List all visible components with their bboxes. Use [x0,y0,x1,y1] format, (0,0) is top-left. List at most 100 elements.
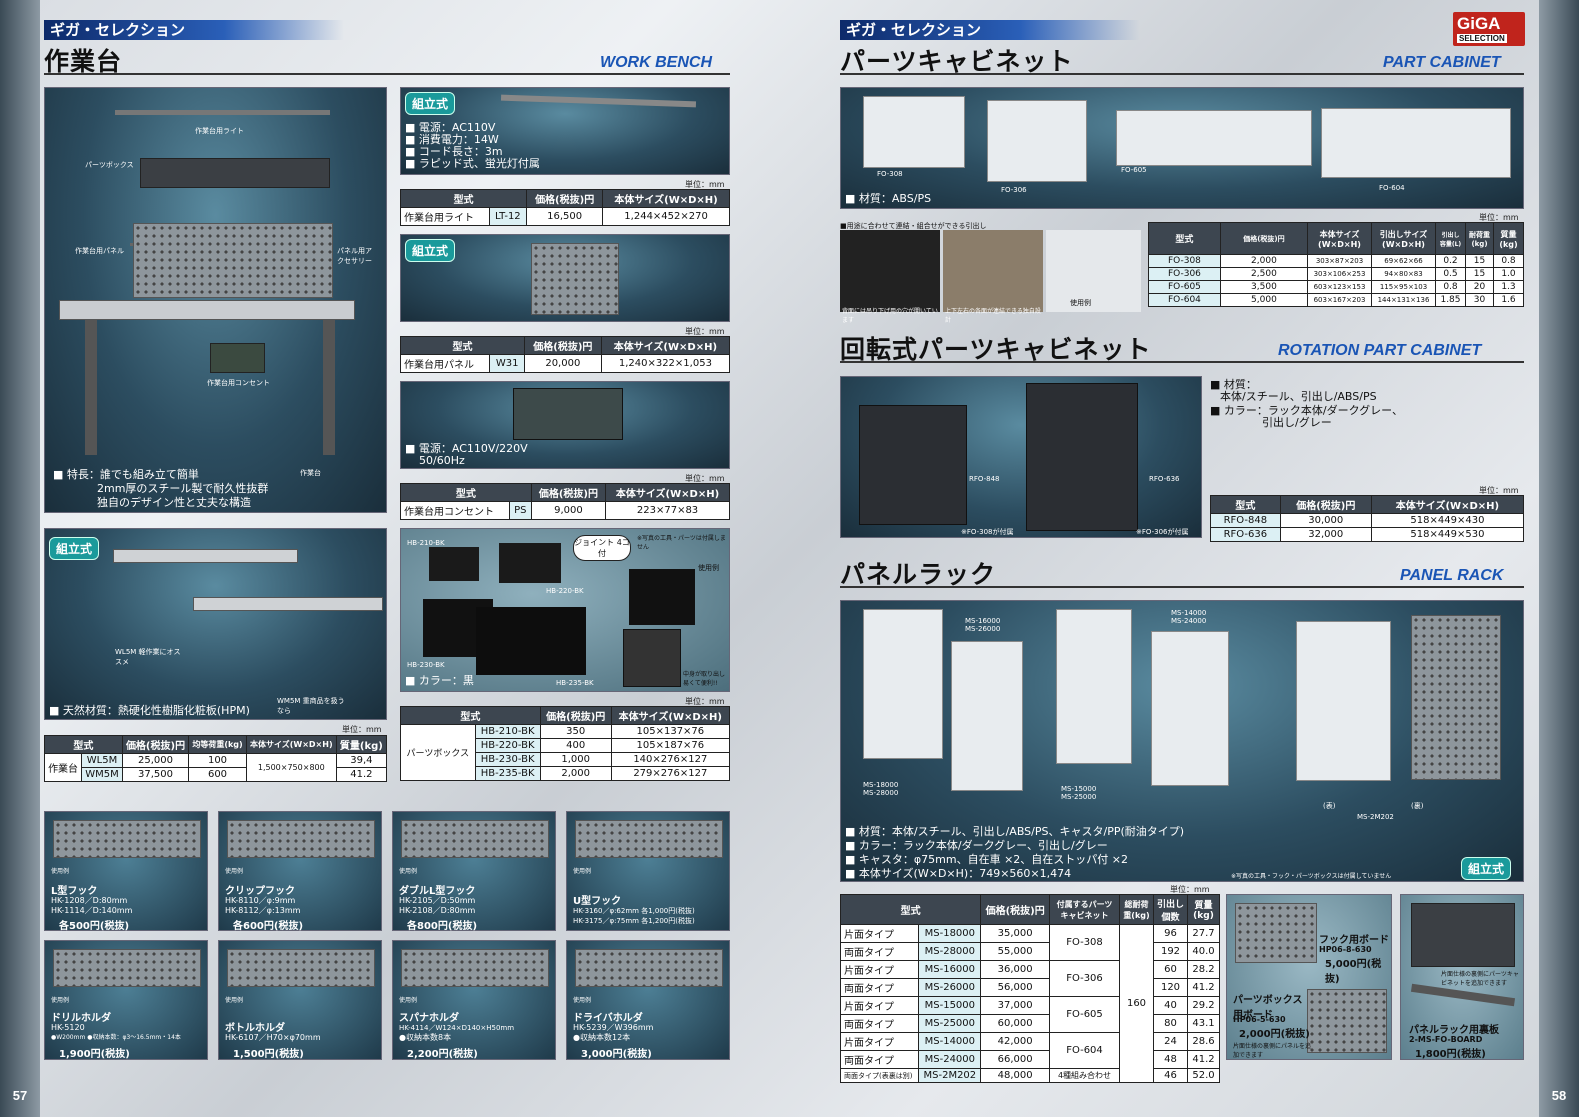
board-code: HP06-8-630 [1319,945,1372,954]
cell: 115×95×103 [1371,280,1436,294]
cell: 41.2 [335,767,388,782]
parts-box-photo: HB-210-BK HB-220-BK HB-230-BK HB-235-BK … [400,528,730,692]
cell: 600 [188,767,247,782]
board-note: 片面仕様の裏側にパネルを追加できます [1233,1043,1312,1059]
accessory-desc: ●収納本数8本 [399,1033,452,1042]
cell: 518×449×530 [1370,527,1525,542]
title-underline [840,73,1524,75]
leg-graphic [323,320,335,455]
bench-types-photo: 組立式 WL5M 軽作業にオススメ WM5M 重商品を扱うなら ■ 天然材質：熱… [44,528,387,720]
th: 質量(kg) [335,735,388,754]
label-parts-box: パーツボックス [85,161,134,169]
cell: 120 [1153,978,1188,997]
label-ms2m202: MS-2M202 [1357,813,1394,821]
cell: 350 [539,724,612,739]
cell: 48 [1153,1050,1188,1069]
part-cabinet-spec-table: 型式 価格(税抜)円 本体サイズ(W×D×H) 引出しサイズ(W×D×H) 引出… [1148,222,1524,307]
cell: パーツボックス [400,724,476,781]
th: 引出し容量(L) [1435,222,1466,255]
label-ms16000: MS-16000 [965,617,1001,625]
cell: 作業台用コンセント [400,501,510,520]
accessory-price: 3,000円(税抜) [581,1049,652,1060]
th-model: 型式 [400,336,525,355]
label-ms28000: MS-28000 [863,789,899,797]
accessory-name: L型フック [51,886,98,897]
cell: RFO-636 [1210,527,1281,542]
light-photo: 組立式 ■ 電源：AC110V ■ 消費電力：14W ■ コード長さ：3m ■ … [400,87,730,175]
label-rfo848: RFO-848 [969,475,1000,483]
cell: 24 [1153,1032,1188,1051]
accessory-price: 1,500円(税抜) [233,1049,304,1060]
label-back: (裏) [1411,802,1424,810]
accessory-desc: HK-8112／φ:13mm [225,906,301,915]
rack-ms16000-graphic [951,641,1023,791]
pegboard-graphic [575,949,723,987]
pegboard-graphic [53,820,201,858]
parts-box-board-graphic [1307,989,1387,1053]
th: 本体サイズ(W×D×H) [1370,495,1525,514]
back-plate-graphic [1410,983,1516,1007]
th: 本体サイズ(W×D×H) [1307,222,1372,255]
cell: 0.8 [1493,254,1524,268]
cell: 140×276×127 [610,752,731,767]
hook-board-graphic [1235,903,1317,963]
cabinet-fo306-graphic [987,100,1087,182]
label-wl5m: WL5M 軽作業にオススメ [115,648,181,666]
assembly-tag: 組立式 [49,537,100,560]
cell: 43.1 [1187,1014,1220,1033]
cell: 518×449×430 [1370,513,1525,528]
rack-spec-2: ■ カラー：ラック本体/ダークグレー、引出し/グレー [845,839,1108,852]
cabinet-back-photo [840,230,940,312]
box-zoom-graphic [623,629,681,687]
accessory-desc: HK-8110／φ:9mm [225,896,296,905]
cabinet-note-b: 上下左右の各面が連結できる独自設計 [945,308,1041,324]
cabinet-fo604-graphic [1321,108,1511,178]
th-model: 型式 [399,189,528,208]
cell: 片面タイプ [839,924,920,943]
cell: 105×187×76 [610,738,731,753]
label-fo605: FO-605 [1121,166,1147,174]
board-code: HP06-5-630 [1233,1015,1286,1024]
label-outlet: 作業台用コンセント [207,379,270,387]
label-front: (表) [1323,802,1336,810]
label-ms26000: MS-26000 [965,625,1001,633]
cell: 160 [1119,924,1154,1083]
th: 価格(税抜)円 [121,735,190,754]
cell: 603×167×203 [1307,293,1372,307]
th: 付属するパーツキャビネット [1049,894,1120,925]
label-ms14000: MS-14000 [1171,609,1207,617]
cell: MS-28000 [918,942,982,961]
cell: 41.2 [1187,978,1220,997]
bench-wl-graphic [113,549,298,563]
outlet-graphic [210,343,265,373]
rack-note: ※写真の工具・フック・パーツボックスは付属していません [1231,873,1392,880]
accessory-l-hook: 使用例 L型フック HK-1208／D:80mm HK-1114／D:140mm… [44,811,208,932]
cell: 3,500 [1219,280,1309,294]
label-bench: 作業台 [300,469,321,477]
usage-label: 使用例 [225,868,244,875]
cell: 両面タイプ [839,1050,920,1069]
feature-2: 2mm厚のスチール製で耐久性抜群 [97,482,269,495]
th: 型式 [839,894,982,925]
rack-ms14000-graphic [1151,631,1229,786]
series-band-left: ギガ・セレクション [44,20,344,40]
th-model: 型式 [400,483,532,502]
assembly-tag: 組立式 [405,239,456,262]
cell: 20,000 [523,354,602,373]
cell: 55,000 [980,942,1050,961]
left-page: 57 ギガ・セレクション 作業台 WORK BENCH 作業台用ライト パーツボ… [0,0,790,1117]
outlet-photo: ■ 電源：AC110V/220V 50/60Hz [400,381,730,469]
accessory-name: ドライバホルダ [573,1013,643,1024]
cell: 両面タイプ [839,1014,920,1033]
title-underline [840,361,1524,363]
cell: 1.3 [1493,280,1524,294]
cell: 46 [1153,1068,1188,1083]
assembly-tag: 組立式 [405,92,456,115]
cell: 80 [1153,1014,1188,1033]
cell: FO-605 [1148,280,1221,294]
accessory-spanner-holder: 使用例 スパナホルダ HK-4114／W124×D140×H50mm ●収納本数… [392,940,556,1060]
cell: 69×62×66 [1371,254,1436,268]
cell: 1,500×750×800 [245,753,337,782]
usage-label: 使用例 [399,997,418,1004]
board-price: 1,800円(税抜) [1415,1049,1486,1060]
